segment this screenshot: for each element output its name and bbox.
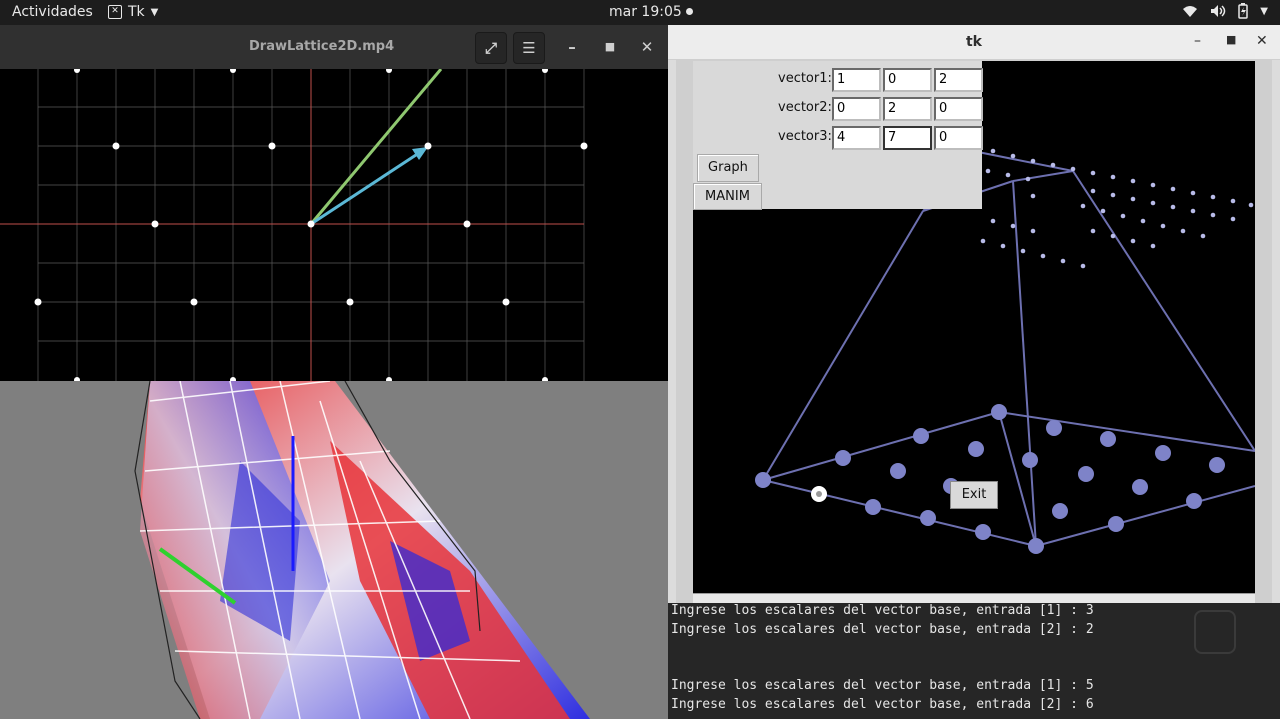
terminal-output: Ingrese los escalares del vector base, e… — [668, 603, 1280, 719]
vector3-label: vector3: — [778, 129, 832, 144]
app-name: Tk — [128, 4, 145, 20]
vector3-y-input[interactable]: 7 — [883, 126, 932, 150]
minimize-icon: – — [568, 38, 576, 56]
pyramid-edges — [762, 151, 1255, 547]
vector1-z-input[interactable]: 2 — [934, 68, 983, 92]
close-button[interactable]: ✕ — [632, 32, 662, 62]
vector1-x-input[interactable]: 1 — [832, 68, 881, 92]
close-icon[interactable]: ✕ — [1256, 33, 1268, 49]
tk-title-bar: tk – ■ ✕ — [668, 25, 1280, 60]
menu-button[interactable]: ☰ — [513, 32, 545, 64]
vector2-label: vector2: — [778, 100, 832, 115]
clock[interactable]: mar 19:05 — [609, 4, 693, 20]
app-menu[interactable]: ✕ Tk ▼ — [108, 4, 158, 20]
minimize-button[interactable]: – — [557, 32, 587, 62]
tk-window: tk – ■ ✕ vector1: 1 0 2 vector2: 0 2 0 v… — [668, 25, 1280, 604]
top-lattice-points — [980, 148, 1254, 269]
notification-dot-icon — [685, 8, 693, 15]
trash-icon[interactable] — [1194, 610, 1236, 654]
terminal-line: Ingrese los escalares del vector base, e… — [671, 697, 1094, 712]
maximize-icon: ■ — [604, 40, 616, 53]
graph-button[interactable]: Graph — [697, 154, 759, 182]
maximize-icon[interactable]: ■ — [1226, 33, 1236, 46]
exit-button[interactable]: Exit — [950, 481, 998, 509]
system-tray[interactable]: ▼ — [1182, 3, 1268, 19]
3d-lattice-render — [0, 381, 668, 719]
wifi-icon — [1183, 6, 1198, 17]
tk-title: tk — [965, 34, 982, 50]
vector2-y-input[interactable]: 2 — [883, 97, 932, 121]
vector3-x-input[interactable]: 4 — [832, 126, 881, 150]
manim-button[interactable]: MANIM — [693, 183, 762, 210]
bottom-lattice-points — [755, 404, 1225, 554]
menu-icon: ☰ — [522, 39, 536, 57]
terminal-x-icon: ✕ — [108, 5, 122, 19]
close-icon: ✕ — [640, 38, 654, 56]
chevron-down-icon: ▼ — [150, 6, 159, 18]
vector1-label: vector1: — [778, 71, 832, 86]
vector-form: vector1: 1 0 2 vector2: 0 2 0 vector3: 4… — [693, 61, 983, 210]
video-title-bar: DrawLattice2D.mp4 ⤢ ☰ – ■ ✕ — [0, 25, 668, 69]
terminal-line: Ingrese los escalares del vector base, e… — [671, 678, 1094, 693]
activities-button[interactable]: Actividades — [12, 4, 93, 20]
video-player-window: DrawLattice2D.mp4 ⤢ ☰ – ■ ✕ — [0, 25, 668, 719]
maximize-button[interactable]: ■ — [595, 32, 625, 62]
terminal-line: Ingrese los escalares del vector base, e… — [671, 622, 1094, 637]
video-title: DrawLattice2D.mp4 — [249, 39, 395, 54]
minimize-icon[interactable]: – — [1194, 33, 1201, 49]
top-bar: Actividades ✕ Tk ▼ mar 19:05 ▼ — [0, 0, 1280, 25]
vector2-z-input[interactable]: 0 — [934, 97, 983, 121]
battery-icon — [1238, 3, 1249, 19]
terminal-line: Ingrese los escalares del vector base, e… — [671, 603, 1094, 618]
fullscreen-icon: ⤢ — [484, 39, 497, 57]
vector3-z-input[interactable]: 0 — [934, 126, 983, 150]
vector2-x-input[interactable]: 0 — [832, 97, 881, 121]
chevron-down-icon: ▼ — [1260, 5, 1268, 17]
volume-icon — [1211, 5, 1226, 17]
clock-text: mar 19:05 — [609, 4, 682, 20]
lattice-2d-plot — [0, 69, 668, 381]
fullscreen-button[interactable]: ⤢ — [475, 32, 507, 64]
vector1-y-input[interactable]: 0 — [883, 68, 932, 92]
